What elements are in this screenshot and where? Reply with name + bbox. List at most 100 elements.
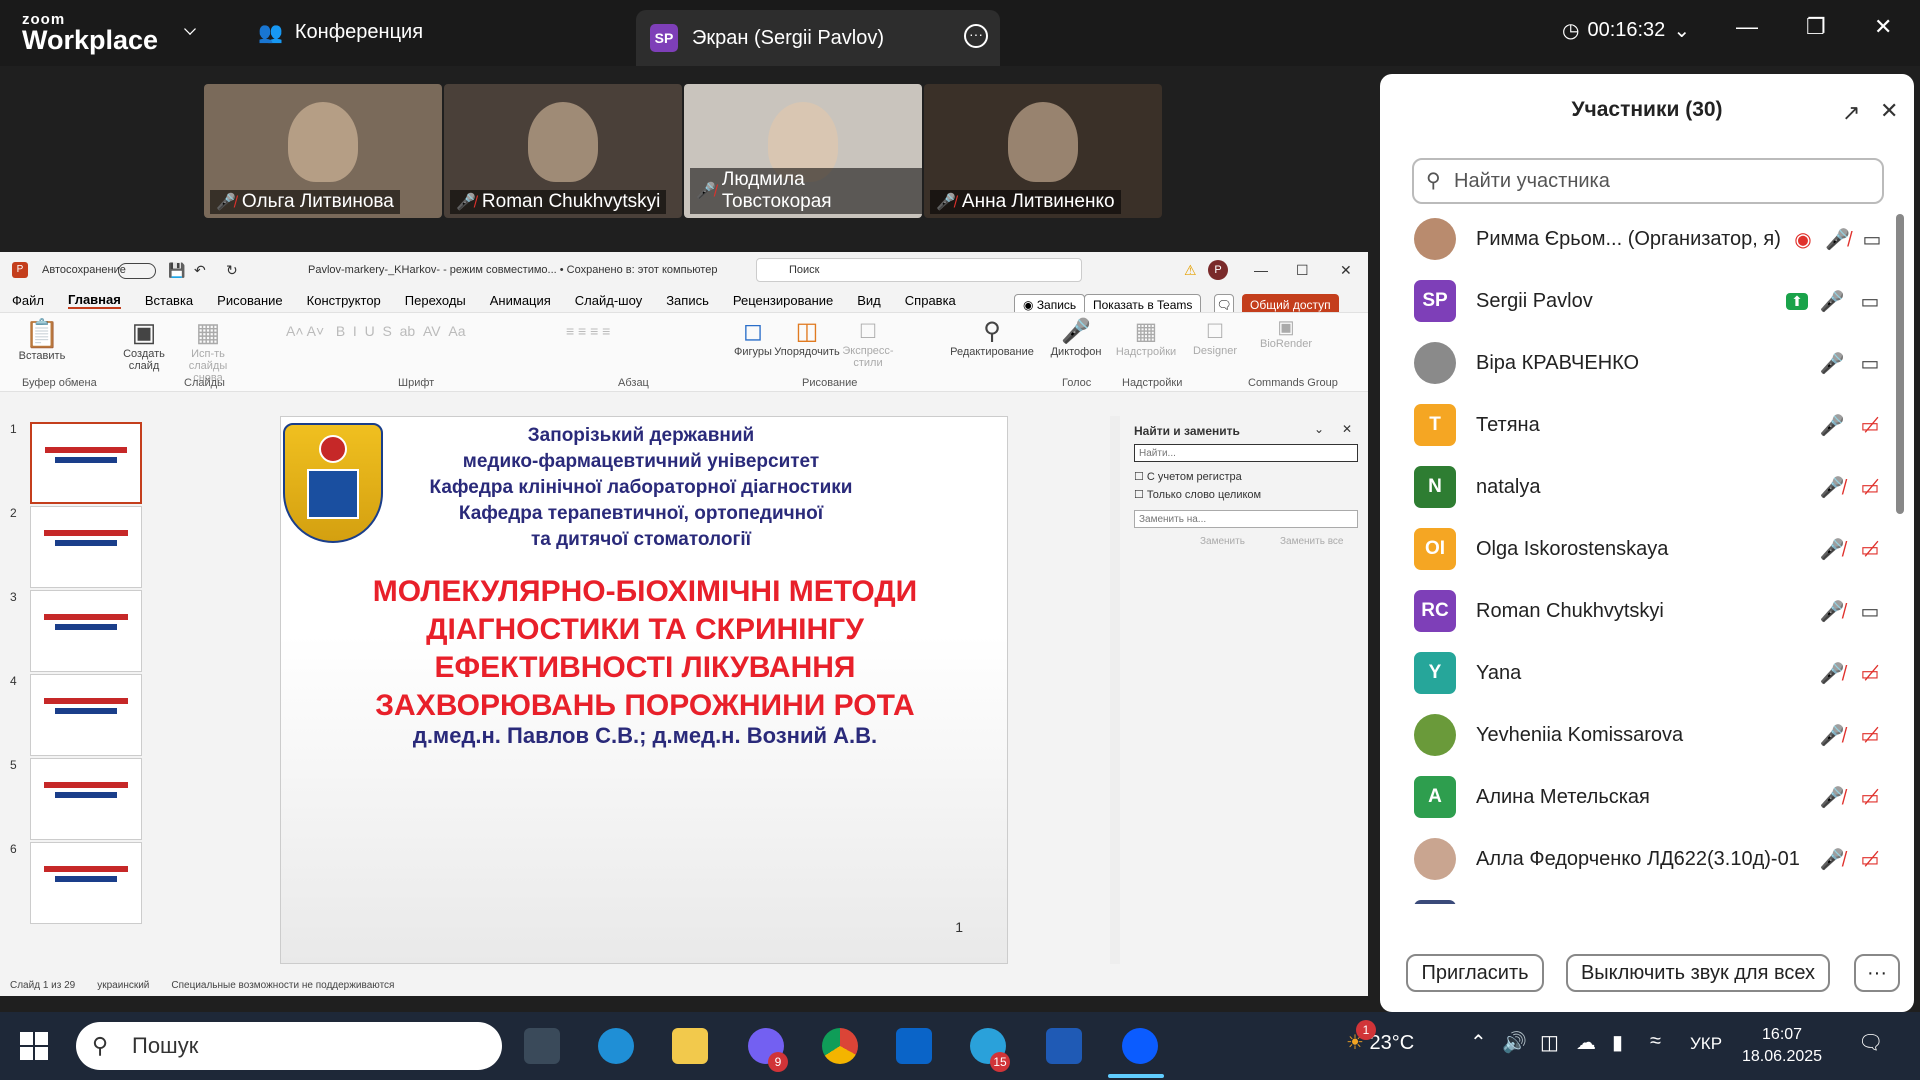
language-indicator[interactable]: украинский (97, 980, 149, 991)
editing-button[interactable]: ⚲ Редактирование (948, 317, 1036, 358)
chevron-up-icon[interactable]: ⌃ (1470, 1030, 1487, 1055)
dictate-button[interactable]: 🎤 Диктофон (1048, 317, 1104, 358)
mic-muted-icon[interactable]: 🎤̸ (1825, 227, 1850, 252)
popout-icon[interactable]: ↗ (1842, 100, 1860, 126)
chevron-down-icon[interactable] (184, 23, 196, 35)
paste-button[interactable]: 📋 Вставить (12, 317, 72, 362)
mic-muted-icon[interactable]: 🎤̸ (1818, 847, 1846, 872)
replace-button[interactable]: Заменить (1200, 536, 1245, 547)
more-icon[interactable]: ··· (964, 24, 988, 48)
menu-tab[interactable]: Переходы (405, 293, 466, 308)
close-icon[interactable]: ✕ (1340, 262, 1352, 279)
menu-tab[interactable]: Главная (67, 292, 121, 309)
chrome-icon[interactable] (822, 1028, 858, 1064)
biorender-button[interactable]: ▣ BioRender (1256, 317, 1316, 350)
video-off-icon[interactable]: ▭̸ (1856, 661, 1884, 686)
close-icon[interactable]: ✕ (1874, 14, 1892, 40)
slide-scrollbar[interactable] (1110, 416, 1120, 964)
video-off-icon[interactable]: ▭̸ (1856, 723, 1884, 748)
slide-thumbnail[interactable] (30, 422, 142, 504)
participant-row[interactable]: Y Yana 🎤̸ ▭̸ (1414, 642, 1884, 704)
invite-button[interactable]: Пригласить (1406, 954, 1544, 992)
find-input[interactable] (1134, 444, 1358, 462)
slide-thumbnail[interactable] (30, 590, 142, 672)
designer-button[interactable]: □ Designer (1190, 317, 1240, 357)
mute-all-button[interactable]: Выключить звук для всех (1566, 954, 1830, 992)
participant-row[interactable]: Nnatalya 🎤̸ ▭̸ (1414, 456, 1884, 518)
close-icon[interactable]: ✕ (1342, 422, 1352, 436)
participant-row[interactable]: A Алина Метельская 🎤̸ ▭̸ (1414, 766, 1884, 828)
restore-icon[interactable]: ☐ (1296, 262, 1309, 279)
speaker-icon[interactable]: 🔊 (1502, 1030, 1527, 1055)
wifi-icon[interactable]: ≈ (1650, 1030, 1661, 1053)
microphone-icon[interactable]: 🎤 (1818, 413, 1846, 438)
video-off-icon[interactable]: ▭̸ (1856, 475, 1884, 500)
participant-row[interactable]: Алла Федорченко ЛД622(3.10д)-01 🎤̸ ▭̸ (1414, 828, 1884, 890)
paragraph-controls[interactable]: ≡ ≡ ≡ ≡ (566, 323, 706, 339)
word-icon[interactable] (1046, 1028, 1082, 1064)
video-icon[interactable]: ▭ (1856, 289, 1884, 314)
chevron-down-icon[interactable]: ⌄ (1314, 422, 1324, 436)
mic-muted-icon[interactable]: 🎤̸ (1818, 785, 1846, 810)
file-explorer-icon[interactable] (672, 1028, 708, 1064)
microphone-icon[interactable]: 🎤 (1818, 289, 1846, 314)
new-slide-button[interactable]: ▣ Создать слайд (116, 317, 172, 372)
ppt-search-box[interactable]: Поиск (756, 258, 1082, 282)
video-tile[interactable]: 🎤̸ Roman Chukhvytskyi (444, 84, 682, 218)
video-icon[interactable]: ▭ (1856, 599, 1884, 624)
menu-tab[interactable]: Запись (666, 293, 709, 308)
participant-row[interactable]: Римма Єрьом... (Организатор, я) ◉ 🎤̸ ▭ (1414, 214, 1884, 270)
menu-tab[interactable]: Рецензирование (733, 293, 833, 308)
participant-row[interactable]: Віра КРАВЧЕНКО 🎤 ▭ (1414, 332, 1884, 394)
accessibility-status[interactable]: Специальные возможности не поддерживаютс… (171, 980, 394, 991)
video-off-icon[interactable]: ▭̸ (1856, 537, 1884, 562)
mic-muted-icon[interactable]: 🎤̸ (1818, 661, 1846, 686)
restore-icon[interactable]: ❐ (1806, 14, 1826, 40)
minimize-icon[interactable]: — (1736, 14, 1758, 40)
video-icon[interactable]: ▭ (1856, 351, 1884, 376)
whole-word-option[interactable]: ☐ Только слово целиком (1134, 488, 1261, 501)
video-off-icon[interactable]: ▭̸ (1856, 785, 1884, 810)
video-tile[interactable]: 🎤̸ Людмила Товстокорая (684, 84, 922, 218)
menu-tab[interactable]: Конструктор (307, 293, 381, 308)
outlook-icon[interactable] (896, 1028, 932, 1064)
match-case-option[interactable]: ☐ С учетом регистра (1134, 470, 1242, 483)
account-avatar[interactable]: P (1208, 260, 1228, 280)
slide-thumbnail[interactable] (30, 674, 142, 756)
camera-icon[interactable]: ◫ (1540, 1030, 1559, 1055)
shapes-button[interactable]: ◻ Фигуры (728, 317, 778, 358)
close-icon[interactable]: ✕ (1880, 98, 1898, 124)
mic-muted-icon[interactable]: 🎤̸ (1818, 475, 1846, 500)
edge-icon[interactable] (598, 1028, 634, 1064)
font-controls[interactable]: A˄ A˅ B I U S ab AV Aa (286, 323, 546, 339)
input-language[interactable]: УКР (1690, 1034, 1722, 1054)
menu-tab[interactable]: Справка (905, 293, 956, 308)
slide-thumbnail[interactable] (30, 758, 142, 840)
windows-start-icon[interactable] (20, 1032, 48, 1060)
list-scrollbar[interactable] (1896, 214, 1904, 514)
replace-input[interactable] (1134, 510, 1358, 528)
reuse-slides-button[interactable]: ▦ Исп-ть слайды снова (180, 317, 236, 384)
video-off-icon[interactable]: ▭̸ (1856, 847, 1884, 872)
replace-all-button[interactable]: Заменить все (1280, 536, 1343, 547)
participant-row[interactable]: OI Olga Iskorostenskaya 🎤̸ ▭̸ (1414, 518, 1884, 580)
slide-thumbnail[interactable] (30, 842, 142, 924)
menu-tab[interactable]: Вставка (145, 293, 193, 308)
file-name[interactable]: Pavlov-markery-_KHarkov- - режим совмест… (308, 264, 717, 276)
mic-muted-icon[interactable]: 🎤̸ (1818, 723, 1846, 748)
conference-button[interactable]: 👥 Конференция (258, 20, 423, 45)
participant-row[interactable]: Yevheniia Komissarova 🎤̸ ▭̸ (1414, 704, 1884, 766)
slide-canvas[interactable]: Запорізький державний медико-фармацевтичн… (280, 416, 1008, 964)
mic-muted-icon[interactable]: 🎤̸ (1818, 599, 1846, 624)
taskbar-clock[interactable]: 16:07 18.06.2025 (1742, 1024, 1822, 1068)
meeting-timer[interactable]: ◷ 00:16:32 ⌄ (1562, 18, 1690, 43)
taskbar-search[interactable]: ⚲ Пошук (76, 1022, 502, 1070)
save-icon[interactable]: 💾 (168, 262, 185, 279)
menu-tab[interactable]: Слайд-шоу (575, 293, 642, 308)
redo-icon[interactable]: ↻ (226, 262, 238, 279)
menu-tab[interactable]: Вид (857, 293, 881, 308)
undo-icon[interactable]: ↶ (194, 262, 206, 279)
arrange-button[interactable]: ◫ Упорядочить (772, 317, 842, 358)
participant-list[interactable]: Римма Єрьом... (Организатор, я) ◉ 🎤̸ ▭ SP Ser… (1380, 214, 1900, 904)
participant-row[interactable]: RC Roman Chukhvytskyi 🎤̸ ▭ (1414, 580, 1884, 642)
